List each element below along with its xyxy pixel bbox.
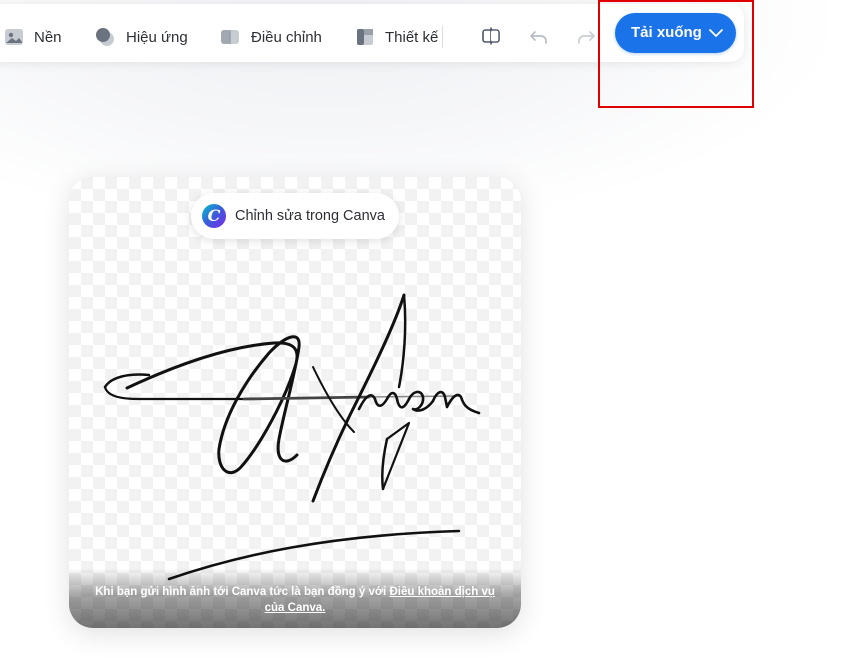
edit-in-canva-label: Chỉnh sửa trong Canva bbox=[235, 208, 385, 224]
signature-image bbox=[103, 293, 481, 581]
edit-in-canva-button[interactable]: C Chỉnh sửa trong Canva bbox=[191, 193, 399, 239]
toolbar-background-button[interactable]: Nền bbox=[4, 23, 62, 51]
undo-icon[interactable] bbox=[527, 24, 551, 48]
toolbar-background-label: Nền bbox=[34, 28, 62, 46]
toolbar-effects-button[interactable]: Hiệu ứng bbox=[95, 23, 188, 51]
toolbar-design-label: Thiết kế bbox=[385, 28, 439, 46]
adjust-icon bbox=[220, 28, 240, 46]
toolbar-effects-label: Hiệu ứng bbox=[126, 28, 188, 46]
highlight-annotation-box bbox=[598, 0, 754, 108]
toolbar-divider bbox=[442, 26, 443, 48]
disclaimer-text: Khi bạn gửi hình ảnh tới Canva tức là bạ… bbox=[95, 586, 390, 598]
toolbar-adjust-button[interactable]: Điều chỉnh bbox=[220, 23, 322, 51]
canva-logo-icon: C bbox=[202, 204, 226, 228]
toolbar-adjust-label: Điều chỉnh bbox=[251, 28, 322, 46]
image-icon bbox=[4, 28, 24, 46]
effects-icon bbox=[95, 27, 115, 47]
compare-icon[interactable] bbox=[479, 24, 503, 48]
terms-disclaimer: Khi bạn gửi hình ảnh tới Canva tức là bạ… bbox=[89, 584, 501, 616]
image-preview-card: C Chỉnh sửa trong Canva Khi bạn gửi hình… bbox=[69, 177, 521, 628]
toolbar-design-button[interactable]: Thiết kế bbox=[356, 23, 438, 51]
redo-icon[interactable] bbox=[574, 24, 598, 48]
design-icon bbox=[356, 28, 374, 46]
